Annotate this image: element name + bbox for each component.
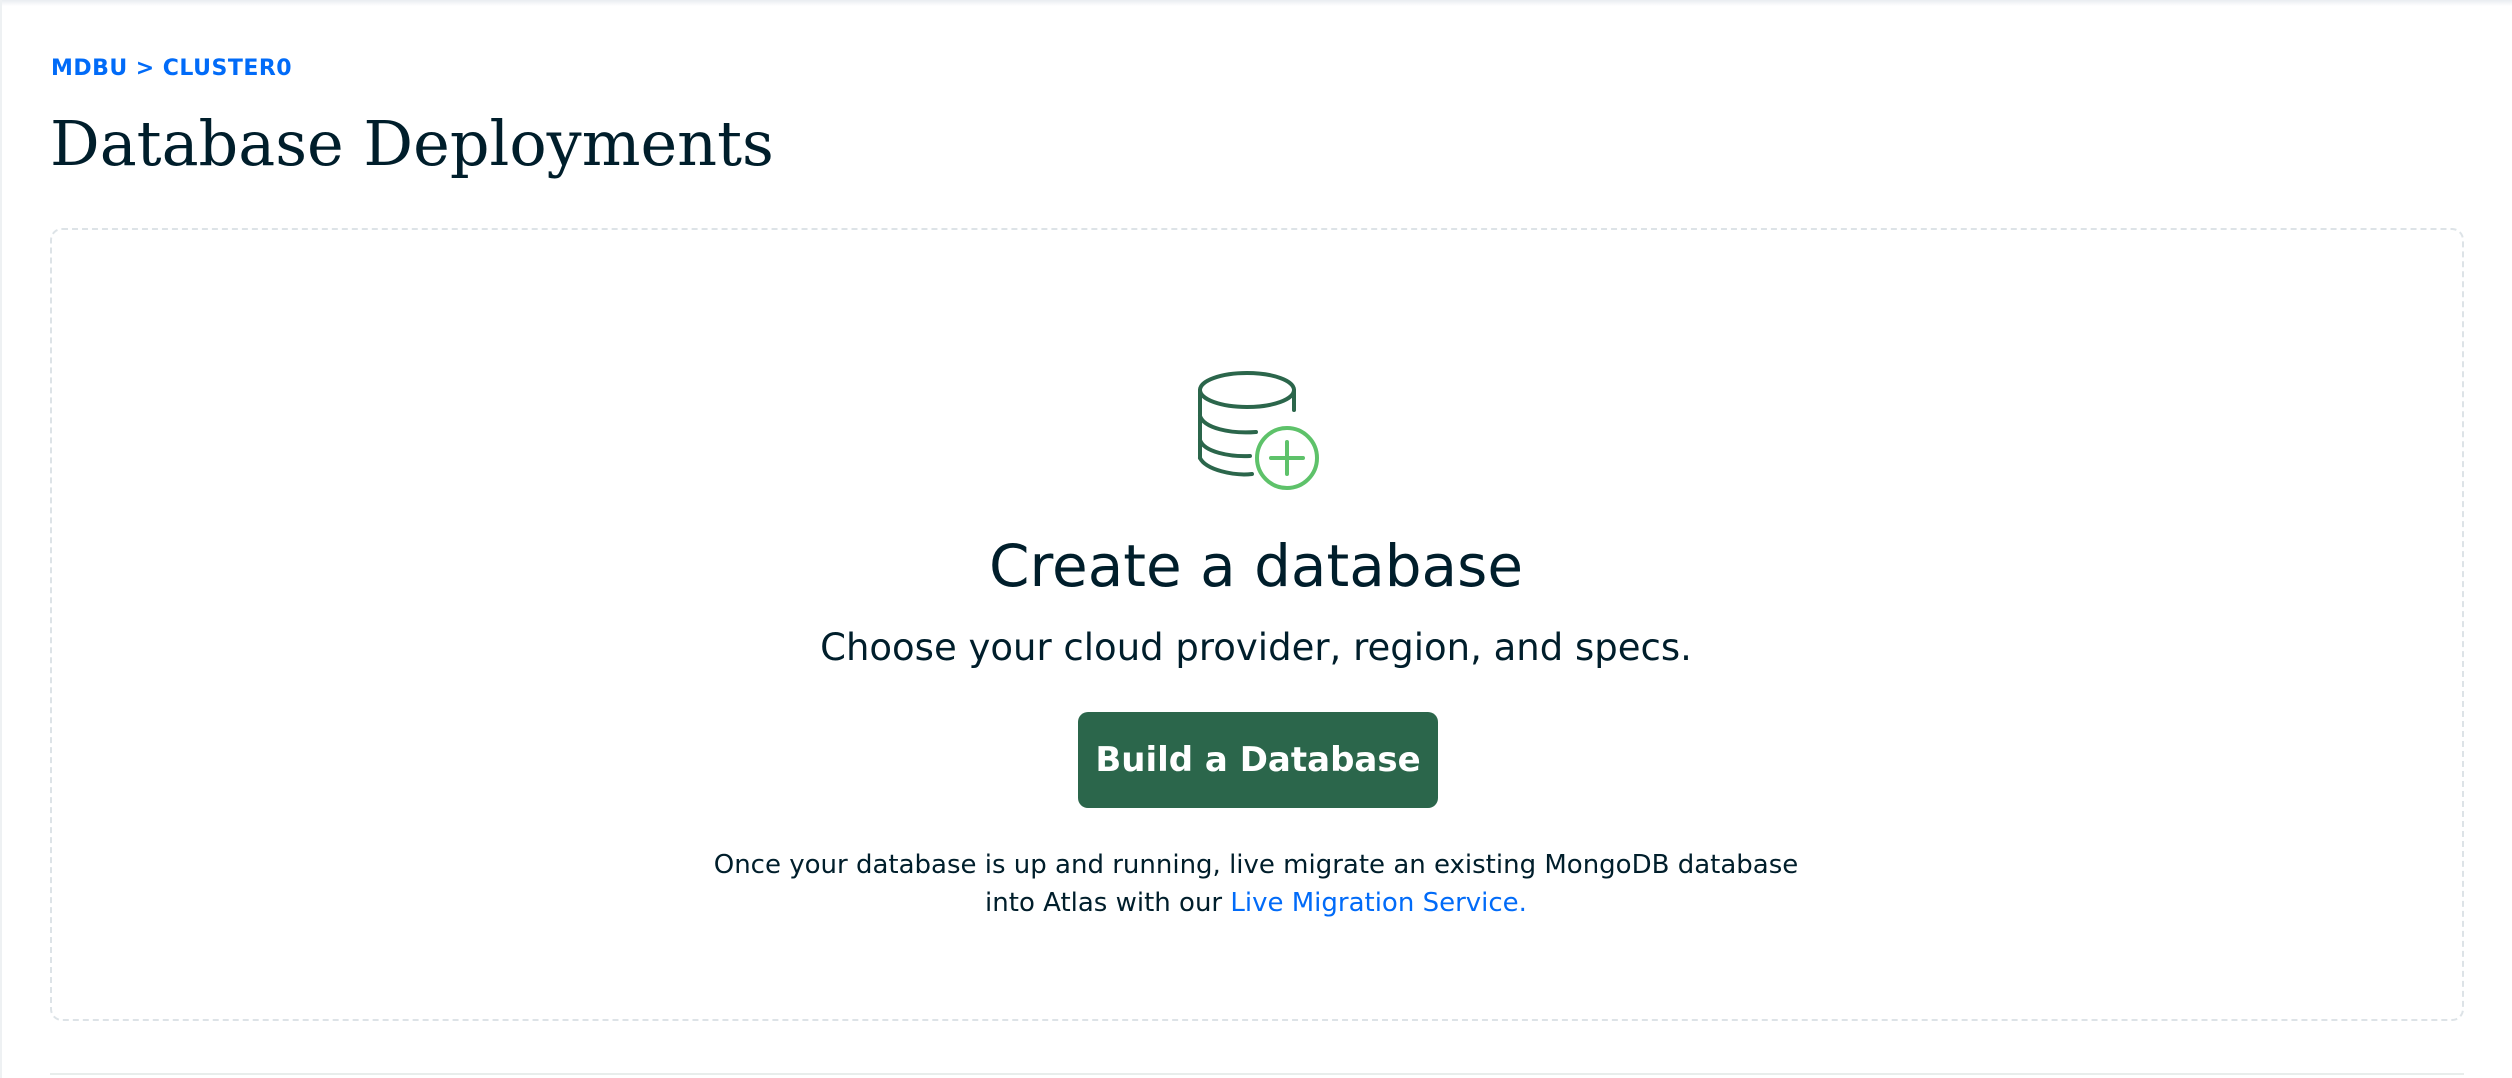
empty-state-subheading: Choose your cloud provider, region, and … <box>820 626 1692 669</box>
database-add-icon <box>1198 371 1319 490</box>
migration-note-line1: Once your database is up and running, li… <box>713 850 1799 880</box>
empty-state-heading: Create a database <box>988 532 1524 600</box>
migration-note: Once your database is up and running, li… <box>0 846 2512 922</box>
section-divider <box>50 1073 2464 1075</box>
top-shadow <box>0 0 2512 6</box>
build-database-button[interactable]: Build a Database <box>1078 712 1438 808</box>
breadcrumb-separator: > <box>135 56 155 81</box>
breadcrumb: MDBU > CLUSTER0 <box>51 56 292 81</box>
migration-note-prefix: into Atlas with our <box>985 888 1231 918</box>
live-migration-link[interactable]: Live Migration Service. <box>1230 888 1527 918</box>
breadcrumb-item-org[interactable]: MDBU <box>51 56 128 81</box>
page-title: Database Deployments <box>50 107 774 180</box>
migration-note-line2: into Atlas with our Live Migration Servi… <box>0 884 2512 922</box>
breadcrumb-item-project[interactable]: CLUSTER0 <box>163 56 292 81</box>
